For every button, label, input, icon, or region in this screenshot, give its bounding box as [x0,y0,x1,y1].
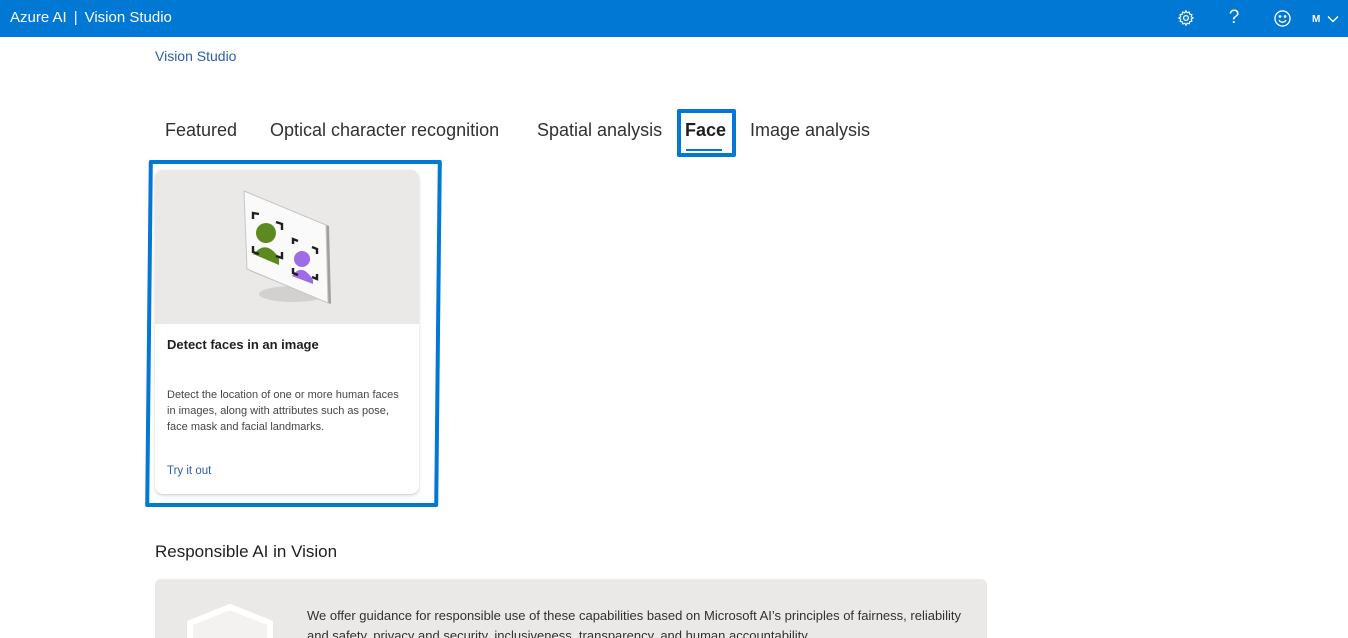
card-highlight-box [145,160,442,507]
settings-button[interactable] [1173,6,1199,30]
question-icon: ? [1228,7,1240,28]
responsible-ai-text: We offer guidance for responsible use of… [307,608,961,638]
shield-icon [187,603,273,638]
help-button[interactable]: ? [1221,6,1247,30]
feedback-button[interactable] [1269,6,1295,30]
account-menu[interactable]: M [1312,10,1339,28]
tab-featured[interactable]: Featured [165,120,237,141]
account-initial: M [1312,13,1321,25]
face-tab-highlight-box [677,109,736,157]
tab-image-analysis[interactable]: Image analysis [750,120,870,141]
tab-optical-character-recognition[interactable]: Optical character recognition [270,120,499,141]
responsible-ai-heading: Responsible AI in Vision [155,542,338,561]
top-bar: Azure AI | Vision Studio ? M [0,0,1348,37]
brand-separator: | [73,9,78,26]
gear-icon [1177,9,1195,27]
app-brand[interactable]: Azure AI | Vision Studio [10,9,172,26]
chevron-down-icon [1327,16,1339,23]
smiley-icon [1273,9,1291,27]
breadcrumb-vision-studio[interactable]: Vision Studio [155,48,236,64]
tab-spatial-analysis[interactable]: Spatial analysis [537,120,662,141]
brand-azure-ai: Azure AI [10,9,67,26]
brand-vision-studio: Vision Studio [84,9,172,26]
responsible-ai-panel: We offer guidance for responsible use of… [155,579,987,638]
